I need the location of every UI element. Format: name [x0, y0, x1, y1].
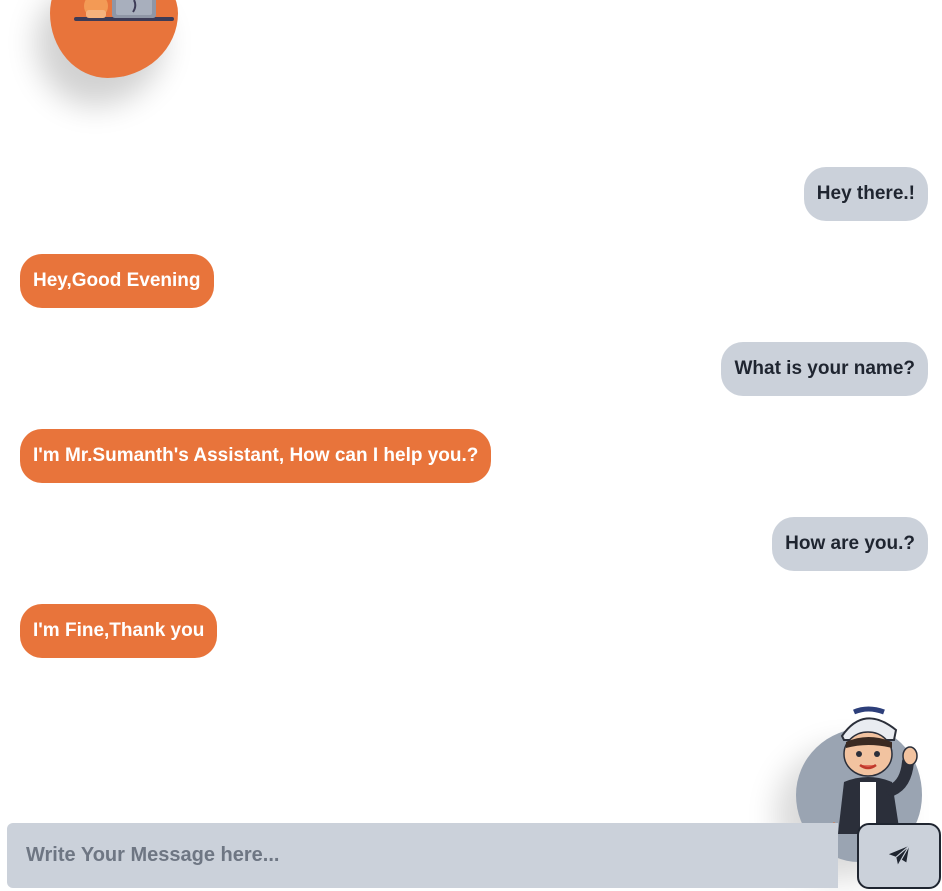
chat-page: Hey there.! Hey,Good Evening What is you… — [0, 0, 942, 891]
bot-message-bubble: I'm Fine,Thank you — [20, 604, 218, 659]
message-input[interactable] — [7, 823, 838, 888]
bot-message-bubble: I'm Mr.Sumanth's Assistant, How can I he… — [20, 429, 492, 484]
message-row-bot: Hey,Good Evening — [0, 238, 942, 326]
user-message-bubble: What is your name? — [721, 341, 928, 396]
message-list: Hey there.! Hey,Good Evening What is you… — [0, 150, 942, 675]
bot-message-bubble: Hey,Good Evening — [20, 254, 214, 309]
bot-illustration-icon — [74, 0, 174, 21]
message-input-bar — [7, 823, 838, 888]
message-row-user: What is your name? — [0, 325, 942, 413]
message-row-user: Hey there.! — [0, 150, 942, 238]
send-button[interactable] — [857, 823, 941, 889]
user-message-bubble: How are you.? — [772, 516, 928, 571]
message-row-user: How are you.? — [0, 500, 942, 588]
message-row-bot: I'm Fine,Thank you — [0, 588, 942, 676]
message-row-bot: I'm Mr.Sumanth's Assistant, How can I he… — [0, 413, 942, 501]
user-message-bubble: Hey there.! — [803, 166, 928, 221]
paper-plane-icon — [888, 845, 910, 866]
bot-avatar — [50, 0, 178, 78]
